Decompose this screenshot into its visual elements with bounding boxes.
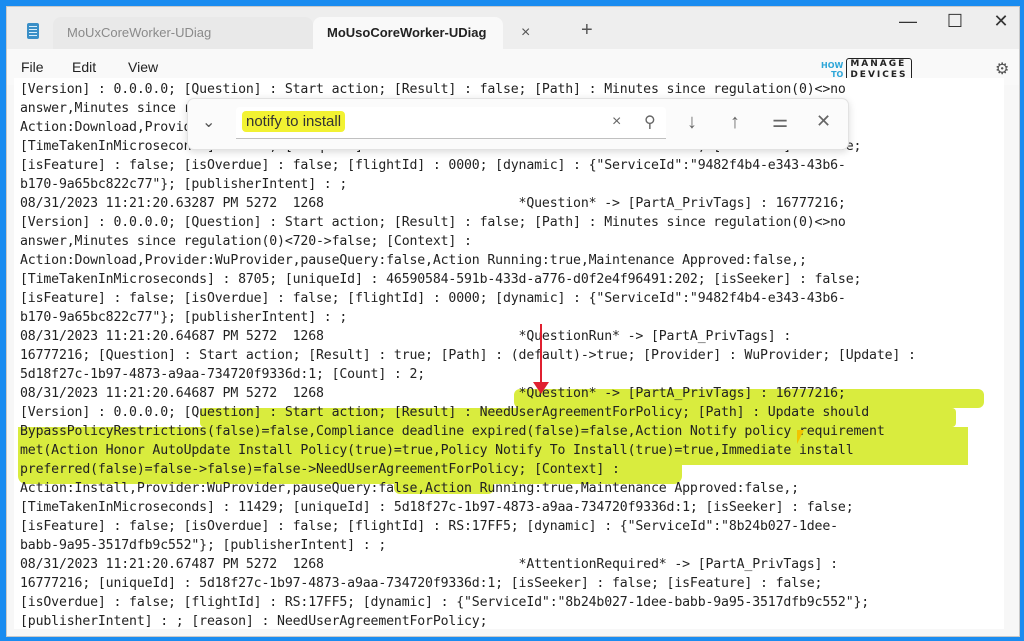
expand-replace-chevron-icon[interactable]: ⌄ — [202, 112, 215, 132]
logo-how: HOW — [821, 61, 844, 70]
close-window-button[interactable]: ✕ — [981, 11, 1019, 32]
logo-manage: MANAGE — [850, 59, 907, 69]
tab-mousocoreworker[interactable]: MoUsoCoreWorker-UDiag — [313, 17, 503, 49]
find-input[interactable]: notify to install — [236, 107, 666, 139]
log-line: b170-9a65bc822c77"}; [publisherIntent] :… — [20, 177, 348, 192]
find-previous-arrow-up-icon[interactable]: ↑ — [730, 111, 740, 134]
tab-mouxcoreworker[interactable]: MoUxCoreWorker-UDiag — [53, 17, 313, 49]
log-line: 08/31/2023 11:21:20.63287 PM 5272 1268 *… — [20, 196, 846, 211]
log-line: babb-9a95-3517dfb9c552"}; [publisherInte… — [20, 538, 387, 553]
log-line: [TimeTakenInMicroseconds] : 8705; [uniqu… — [20, 272, 862, 287]
logo-how-to: HOW TO — [821, 61, 843, 79]
settings-gear-icon[interactable]: ⚙ — [995, 59, 1009, 79]
menu-file[interactable]: File — [21, 59, 44, 75]
clear-search-icon[interactable]: × — [612, 113, 621, 131]
log-line: 08/31/2023 11:21:20.64687 PM 5272 1268 *… — [20, 329, 792, 344]
log-line: 5d18f27c-1b97-4873-a9aa-734720f9336d:1; … — [20, 367, 426, 382]
close-find-icon[interactable]: ✕ — [816, 111, 831, 132]
log-line: [publisherIntent] : ; [reason] : NeedUse… — [20, 614, 488, 629]
log-line: [TimeTakenInMicroseconds] : 11429; [uniq… — [20, 500, 854, 515]
text-editor-area[interactable]: [Version] : 0.0.0.0; [Question] : Start … — [14, 78, 1004, 629]
mouse-cursor-icon — [797, 430, 804, 444]
tab-label: MoUsoCoreWorker-UDiag — [327, 25, 487, 40]
log-line: [isFeature] : false; [isOverdue] : false… — [20, 291, 846, 306]
log-line: [Version] : 0.0.0.0; [Question] : Start … — [20, 405, 870, 420]
new-tab-button[interactable]: + — [581, 19, 593, 42]
find-query-text: notify to install — [242, 111, 346, 132]
log-line: 16777216; [Question] : Start action; [Re… — [20, 348, 916, 363]
log-line: BypassPolicyRestrictions(false)=false,Co… — [20, 424, 885, 439]
log-line: 08/31/2023 11:21:20.67487 PM 5272 1268 *… — [20, 557, 838, 572]
red-arrow-head-icon — [533, 382, 549, 394]
menu-view[interactable]: View — [128, 59, 158, 75]
log-line: [isFeature] : false; [isOverdue] : false… — [20, 158, 846, 173]
log-line: preferred(false)=false->false)=false->Ne… — [20, 462, 620, 477]
log-line: 16777216; [uniqueId] : 5d18f27c-1b97-487… — [20, 576, 823, 591]
find-options-sliders-icon[interactable]: ⚌ — [772, 111, 788, 132]
log-line: Action:Install,Provider:WuProvider,pause… — [20, 481, 799, 496]
menu-edit[interactable]: Edit — [72, 59, 96, 75]
log-line: [Version] : 0.0.0.0; [Question] : Start … — [20, 82, 846, 97]
tab-close-icon[interactable]: × — [521, 24, 530, 42]
log-line: Action:Download,Provider:WuProvider,paus… — [20, 253, 807, 268]
log-line: answer,Minutes since regulation(0)<720->… — [20, 234, 472, 249]
search-icon[interactable]: ⚲ — [644, 112, 656, 132]
log-line: [Version] : 0.0.0.0; [Question] : Start … — [20, 215, 846, 230]
notepad-app-icon — [27, 23, 39, 39]
title-bar: MoUxCoreWorker-UDiag MoUsoCoreWorker-UDi… — [7, 7, 1019, 49]
log-line: [isOverdue] : false; [flightId] : RS:17F… — [20, 595, 870, 610]
tab-label: MoUxCoreWorker-UDiag — [67, 25, 212, 40]
maximize-button[interactable]: ☐ — [935, 11, 975, 32]
red-arrow-shaft — [540, 324, 542, 386]
log-line: met(Action Honor AutoUpdate Install Poli… — [20, 443, 854, 458]
find-next-arrow-down-icon[interactable]: ↓ — [687, 111, 697, 134]
minimize-button[interactable]: — — [888, 11, 928, 32]
find-bar: ⌄ notify to install × ⚲ ↓ ↑ ⚌ ✕ — [187, 98, 849, 150]
log-line: [isFeature] : false; [isOverdue] : false… — [20, 519, 838, 534]
log-line: 08/31/2023 11:21:20.64687 PM 5272 1268 *… — [20, 386, 846, 401]
log-line: b170-9a65bc822c77"}; [publisherIntent] :… — [20, 310, 348, 325]
